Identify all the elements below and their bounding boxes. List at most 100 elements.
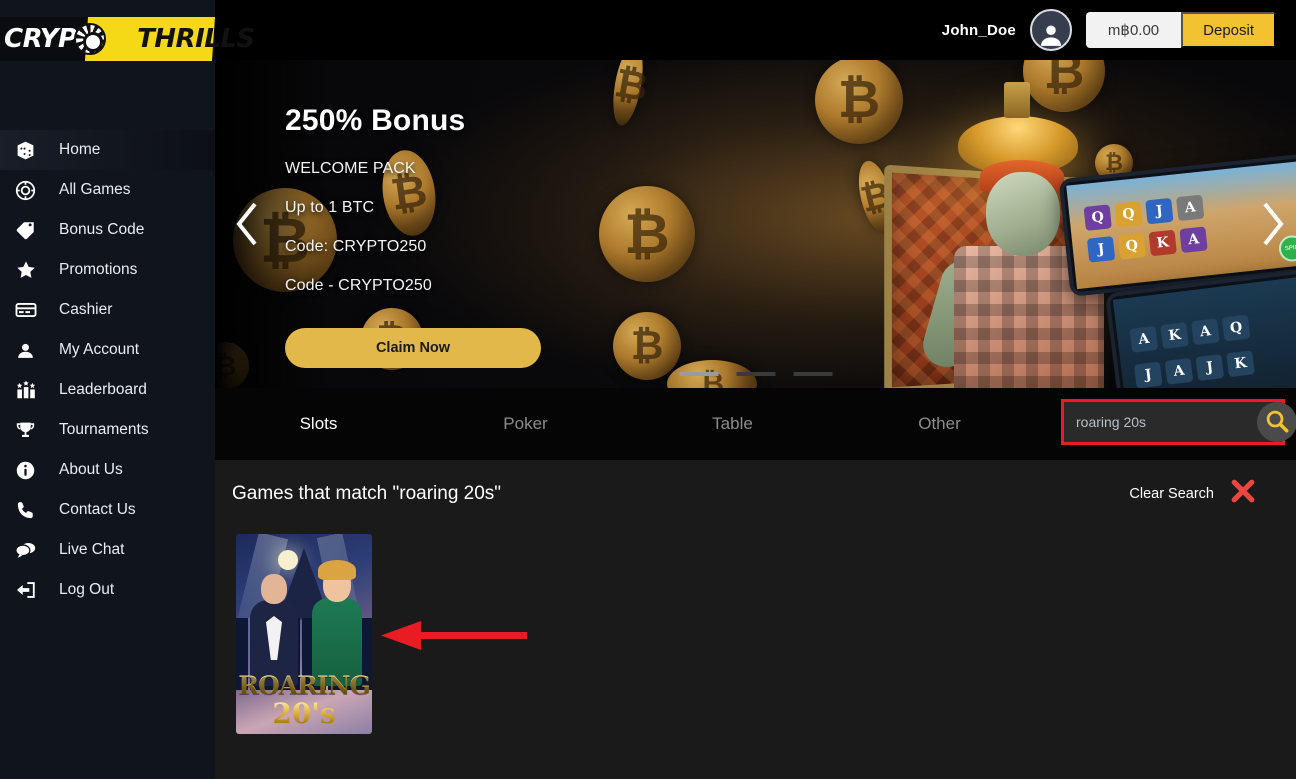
promo-banner-carousel: Q Q J A J Q K A SPIN <box>215 60 1296 388</box>
sidebar-item-about-us[interactable]: About Us <box>0 450 215 490</box>
main-content: John_Doe m฿0.00 Deposit ₿ ₿ ₿ ₿ ₿ ₿ ₿ ₿ … <box>215 0 1296 779</box>
slot-symbol: K <box>1148 229 1177 257</box>
carousel-indicators <box>679 372 832 376</box>
bitcoin-coin-decoration <box>608 60 648 128</box>
magnifier-icon <box>1264 408 1290 437</box>
tags-icon <box>15 219 45 241</box>
clear-search-control[interactable]: Clear Search <box>1129 476 1258 511</box>
slot-symbol: A <box>1179 226 1208 254</box>
sidebar-item-all-games[interactable]: All Games <box>0 170 215 210</box>
top-header: John_Doe m฿0.00 Deposit <box>215 0 1296 60</box>
slot-symbol: J <box>1195 354 1225 381</box>
banner-copy: 250% Bonus WELCOME PACK Up to 1 BTC Code… <box>285 104 541 368</box>
carousel-dot-2[interactable] <box>736 372 775 376</box>
carousel-dot-3[interactable] <box>793 372 832 376</box>
chevron-right-icon[interactable] <box>1256 198 1290 250</box>
tab-slots[interactable]: Slots <box>215 388 422 460</box>
search-input[interactable] <box>1064 402 1257 442</box>
balance-display[interactable]: m฿0.00 <box>1085 12 1182 48</box>
sidebar-item-label: My Account <box>59 340 140 358</box>
sidebar-item-label: About Us <box>59 460 123 478</box>
sidebar-item-label: Contact Us <box>59 500 136 518</box>
sidebar-item-contact-us[interactable]: Contact Us <box>0 490 215 530</box>
bitcoin-coin-decoration <box>599 186 695 282</box>
slot-symbol: Q <box>1114 201 1143 228</box>
sidebar-item-promotions[interactable]: Promotions <box>0 250 215 290</box>
trophy-icon <box>15 419 45 441</box>
sidebar-item-label: Log Out <box>59 580 115 598</box>
sidebar-item-live-chat[interactable]: Live Chat <box>0 530 215 570</box>
balance-deposit-group: m฿0.00 Deposit <box>1085 12 1276 48</box>
carousel-dot-1[interactable] <box>679 372 718 376</box>
sidebar-item-label: Leaderboard <box>59 380 147 398</box>
sidebar-item-label: Home <box>59 140 101 158</box>
clear-search-label: Clear Search <box>1129 485 1214 502</box>
bar-chart-icon <box>15 379 45 401</box>
tab-poker[interactable]: Poker <box>422 388 629 460</box>
banner-line-1: WELCOME PACK <box>285 160 416 177</box>
slot-symbol: J <box>1086 236 1116 263</box>
slot-machine-artwork: Q Q J A J Q K A SPIN A K A Q J A J K <box>836 60 1296 388</box>
game-card-roaring-20s[interactable]: ROARING 20's <box>236 534 372 734</box>
sidebar-item-label: Live Chat <box>59 540 125 558</box>
logout-icon <box>15 579 45 601</box>
brand-logo[interactable]: CRYPTOOTHRILLS <box>0 0 255 77</box>
claim-now-button[interactable]: Claim Now <box>285 328 541 368</box>
sidebar-item-label: Promotions <box>59 260 138 278</box>
game-results-grid: ROARING 20's <box>215 511 1296 734</box>
search-submit-button[interactable] <box>1257 402 1296 442</box>
banner-line-3: Code: CRYPTO250 <box>285 238 427 255</box>
sidebar-item-label: Tournaments <box>59 420 149 438</box>
search-results-section: Games that match "roaring 20s" Clear Sea… <box>215 460 1296 779</box>
close-x-icon[interactable] <box>1228 476 1258 511</box>
game-title-line-1: ROARING <box>236 673 372 698</box>
sidebar-item-log-out[interactable]: Log Out <box>0 570 215 610</box>
slot-symbol: Q <box>1221 314 1251 342</box>
game-card-title: ROARING 20's <box>236 673 372 728</box>
slot-symbol: K <box>1160 322 1189 350</box>
slot-symbol: A <box>1164 357 1194 385</box>
tab-table[interactable]: Table <box>629 388 836 460</box>
results-title: Games that match "roaring 20s" <box>232 482 502 504</box>
user-icon <box>15 339 45 361</box>
sidebar-item-tournaments[interactable]: Tournaments <box>0 410 215 450</box>
star-icon <box>15 259 45 281</box>
slot-symbol: J <box>1133 361 1163 388</box>
poker-chip-icon <box>74 22 106 55</box>
banner-line-4: Code - CRYPTO250 <box>285 277 432 294</box>
sidebar: CRYPTOOTHRILLS Home All Games <box>0 0 255 779</box>
sidebar-item-home[interactable]: Home <box>0 130 215 170</box>
slot-symbol: Q <box>1117 232 1147 260</box>
sidebar-item-leaderboard[interactable]: Leaderboard <box>0 370 215 410</box>
banner-line-2: Up to 1 BTC <box>285 199 375 216</box>
character-head-decoration <box>986 172 1060 256</box>
phone-icon <box>15 499 45 521</box>
sidebar-item-bonus-code[interactable]: Bonus Code <box>0 210 215 250</box>
credit-card-icon <box>15 299 45 321</box>
deposit-button[interactable]: Deposit <box>1181 12 1276 48</box>
slot-symbol: J <box>1145 197 1174 225</box>
slot-symbol: A <box>1191 318 1220 346</box>
sidebar-item-cashier[interactable]: Cashier <box>0 290 215 330</box>
slot-symbol: Q <box>1083 204 1112 231</box>
user-avatar-icon[interactable] <box>1029 9 1072 51</box>
username-label: John_Doe <box>941 21 1016 39</box>
logo-text-thrills: THRILLS <box>137 23 255 54</box>
slot-symbol: A <box>1129 325 1159 353</box>
category-tabs-bar: Slots Poker Table Other <box>215 388 1296 460</box>
results-header: Games that match "roaring 20s" Clear Sea… <box>215 460 1296 511</box>
sidebar-item-my-account[interactable]: My Account <box>0 330 215 370</box>
sidebar-item-label: Cashier <box>59 300 113 318</box>
chip-icon <box>15 179 45 201</box>
slot-symbol: K <box>1226 350 1255 378</box>
game-title-line-2: 20's <box>236 700 372 728</box>
info-icon <box>15 459 45 481</box>
chevron-left-icon[interactable] <box>229 198 263 250</box>
dice-icon <box>15 139 45 161</box>
search-box <box>1061 399 1296 445</box>
sidebar-nav: Home All Games Bonus Code Promotions Cas… <box>0 77 215 610</box>
sidebar-item-label: All Games <box>59 180 131 198</box>
tab-other[interactable]: Other <box>836 388 1043 460</box>
left-pointing-arrow-annotation <box>381 618 527 659</box>
sidebar-item-label: Bonus Code <box>59 220 145 238</box>
